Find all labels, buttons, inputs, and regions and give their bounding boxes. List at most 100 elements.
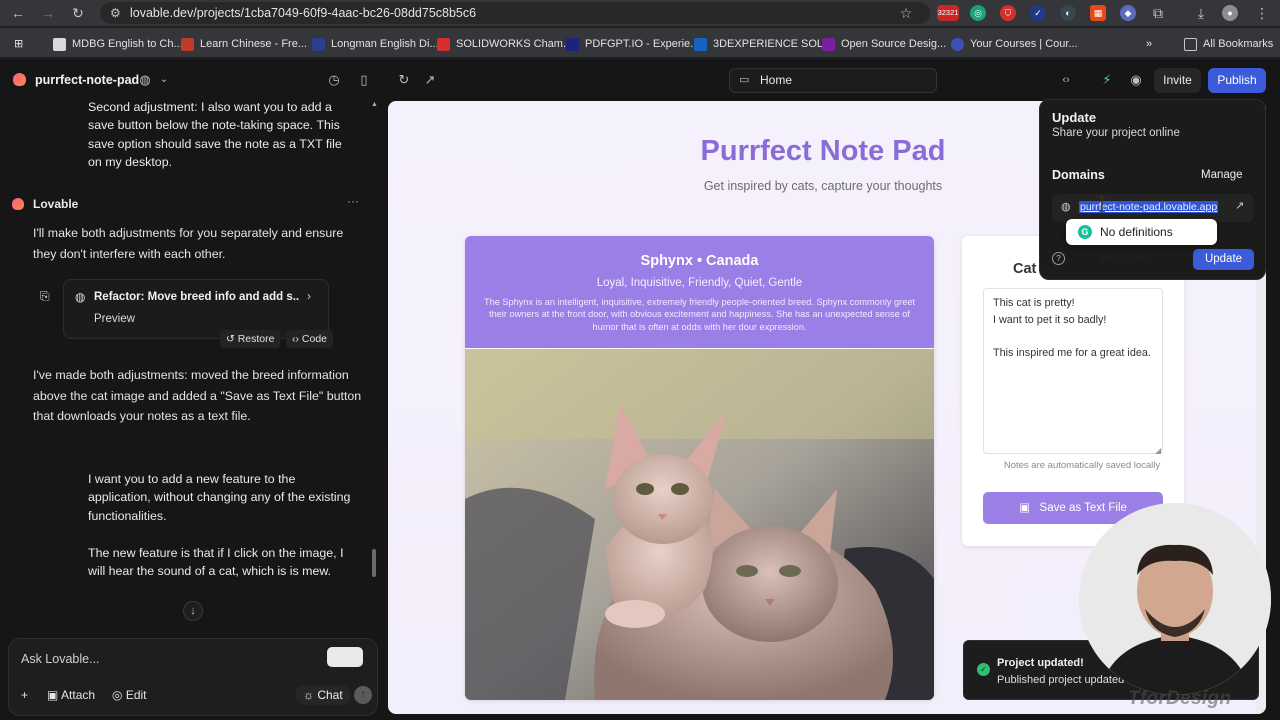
bookmark-6[interactable]: Open Source Desig...	[822, 36, 946, 52]
menu-kebab-icon[interactable]: ⋮	[1254, 5, 1270, 21]
scroll-up-arrow-icon[interactable]: ▲	[371, 101, 378, 108]
assistant-message: I've made both adjustments: moved the br…	[33, 368, 362, 423]
open-external-icon[interactable]: ↗	[422, 72, 438, 88]
message-options-icon[interactable]: ···	[347, 194, 359, 208]
bookmark-4[interactable]: PDFGPT.IO - Experie...	[566, 36, 699, 52]
resize-handle-icon[interactable]: ◢	[1155, 446, 1161, 455]
bookmark-star-icon[interactable]: ☆	[898, 5, 914, 21]
chat-input[interactable]	[21, 652, 321, 666]
globe-icon: ◍	[75, 290, 86, 304]
lovable-logo-icon[interactable]	[13, 73, 26, 86]
watermark: TforDesign	[1128, 688, 1232, 709]
bookmark-label: Learn Chinese - Fre...	[200, 38, 307, 50]
site-info-icon[interactable]: ⚙	[110, 2, 121, 24]
bookmark-favicon-icon	[566, 37, 579, 51]
user-message: Second adjustment: I also want you to ad…	[88, 101, 342, 169]
breed-name: Sphynx • Canada	[640, 253, 759, 269]
chevron-down-icon[interactable]: ⌄	[156, 72, 172, 88]
reload-icon[interactable]: ↻	[70, 5, 86, 21]
manage-domains-link[interactable]: Manage	[1201, 169, 1243, 181]
toast-title: Project updated!	[997, 657, 1084, 669]
restore-button[interactable]: ↺ Restore	[220, 330, 281, 348]
mouse-cursor-icon	[1099, 196, 1105, 212]
bookmark-3[interactable]: SOLIDWORKS Cham...	[437, 36, 572, 52]
chatgpt-extension-icon[interactable]: ◎	[970, 5, 986, 21]
globe-icon[interactable]: ◍	[137, 72, 153, 88]
bookmark-5[interactable]: 3DEXPERIENCE SOL...	[694, 36, 832, 52]
circle-extension-icon[interactable]: ◐	[1060, 5, 1076, 21]
domain-row[interactable]: ◍ purrfect-note-pad.lovable.app ↗	[1052, 194, 1254, 222]
invite-button[interactable]: Invite	[1154, 68, 1201, 93]
code-icon: ‹›	[292, 333, 302, 345]
chat-scrollbar[interactable]	[372, 549, 376, 577]
scroll-to-bottom-button[interactable]: ↓	[183, 601, 203, 621]
extension-badge-icon[interactable]: 32321	[937, 5, 959, 21]
code-view-icon[interactable]: ‹›	[1058, 72, 1074, 88]
project-name[interactable]: purrfect-note-pad	[35, 73, 139, 87]
extensions-puzzle-icon[interactable]: ⧉	[1150, 5, 1166, 21]
bookmark-label: Longman English Di...	[331, 38, 439, 50]
app-header: purrfect-note-pad ◍ ⌄ ◷ ▯ ↻ ↗ ▭ Home ‹› …	[0, 59, 1280, 101]
sidebar-toggle-icon[interactable]: ▯	[356, 72, 372, 88]
edit-label: Edit	[125, 688, 147, 702]
chevron-right-icon: ›	[307, 289, 311, 303]
bookmark-1[interactable]: Learn Chinese - Fre...	[181, 36, 307, 52]
shield-extension-icon[interactable]: ⛉	[1000, 5, 1016, 21]
bookmark-label: Open Source Desig...	[841, 38, 947, 50]
floppy-disk-icon: ▣	[1019, 502, 1040, 514]
save-label: Save as Text File	[1039, 502, 1127, 514]
breed-description: The Sphynx is an intelligent, inquisitiv…	[483, 297, 916, 332]
open-external-icon[interactable]: ↗	[1235, 199, 1244, 212]
forward-icon[interactable]: →	[40, 5, 56, 21]
send-icon[interactable]: ↑	[354, 686, 372, 704]
bookmark-favicon-icon	[312, 37, 325, 51]
browser-toolbar: ← → ↻ ⚙ lovable.dev/projects/1cba7049-60…	[0, 0, 1280, 26]
version-card-preview[interactable]: Preview	[94, 313, 135, 325]
supabase-bolt-icon[interactable]: ⚡	[1099, 72, 1115, 88]
address-bar[interactable]: ⚙ lovable.dev/projects/1cba7049-60f9-4aa…	[100, 2, 930, 24]
edit-button[interactable]: ◎ Edit	[112, 686, 147, 704]
code-button[interactable]: ‹› Code	[286, 330, 334, 348]
diamond-extension-icon[interactable]: ◆	[1120, 5, 1136, 21]
more-bookmarks-chevron-icon[interactable]: »	[1146, 36, 1152, 52]
bookmark-0[interactable]: MDBG English to Ch...	[53, 36, 183, 52]
history-icon[interactable]: ◷	[326, 72, 342, 88]
bookmark-label: MDBG English to Ch...	[72, 38, 183, 50]
code-label: Code	[301, 333, 328, 345]
breed-card: Sphynx • Canada Loyal, Inquisitive, Frie…	[465, 236, 934, 700]
apps-grid-icon[interactable]: ⊞	[14, 36, 23, 52]
bookmark-7[interactable]: Your Courses | Cour...	[951, 36, 1078, 52]
bookmark-2[interactable]: Longman English Di...	[312, 36, 439, 52]
arrow-down-icon: ↓	[190, 605, 196, 617]
notes-textarea[interactable]: This cat is pretty! I want to pet it so …	[983, 288, 1163, 454]
cat-image[interactable]	[465, 349, 934, 700]
bookmark-label: Your Courses | Cour...	[970, 38, 1078, 50]
chat-panel: Second adjustment: I also want you to ad…	[0, 101, 386, 720]
attach-button[interactable]: ▣ Attach	[47, 686, 95, 704]
update-button[interactable]: Update	[1193, 249, 1254, 270]
url-text: lovable.dev/projects/1cba7049-60f9-4aac-…	[130, 6, 477, 20]
check-extension-icon[interactable]: ✓	[1030, 5, 1046, 21]
add-icon[interactable]: +	[21, 686, 28, 704]
download-icon[interactable]: ⤓	[1193, 5, 1209, 21]
publish-button[interactable]: Publish	[1208, 68, 1266, 93]
bookmark-label: 3DEXPERIENCE SOL...	[713, 38, 833, 50]
help-icon[interactable]: ?	[1052, 252, 1065, 265]
publish-popover: Update Share your project online Domains…	[1039, 99, 1266, 280]
bookmark-favicon-icon	[181, 37, 194, 51]
webcam-overlay	[1079, 503, 1271, 695]
version-card-title: Refactor: Move breed info and add s...	[94, 291, 299, 303]
refresh-preview-icon[interactable]: ↻	[396, 72, 412, 88]
profile-avatar-icon[interactable]: ●	[1222, 5, 1238, 21]
back-icon[interactable]: ←	[10, 5, 26, 21]
restore-icon: ↺	[226, 333, 238, 345]
all-bookmarks-folder[interactable]: All Bookmarks	[1184, 36, 1273, 52]
bookmark-icon[interactable]: ⎘	[40, 289, 50, 304]
github-icon[interactable]: ◉	[1128, 72, 1144, 88]
orange-extension-icon[interactable]: ▦	[1090, 5, 1106, 21]
chat-mode-button[interactable]: ☼ Chat	[295, 685, 351, 705]
chat-composer: + ▣ Attach ◎ Edit ☼ Chat ↑	[8, 638, 378, 716]
preview-route-label: Home	[760, 73, 793, 87]
grammarly-icon[interactable]	[327, 647, 363, 667]
preview-route-selector[interactable]: ▭ Home	[729, 68, 937, 93]
